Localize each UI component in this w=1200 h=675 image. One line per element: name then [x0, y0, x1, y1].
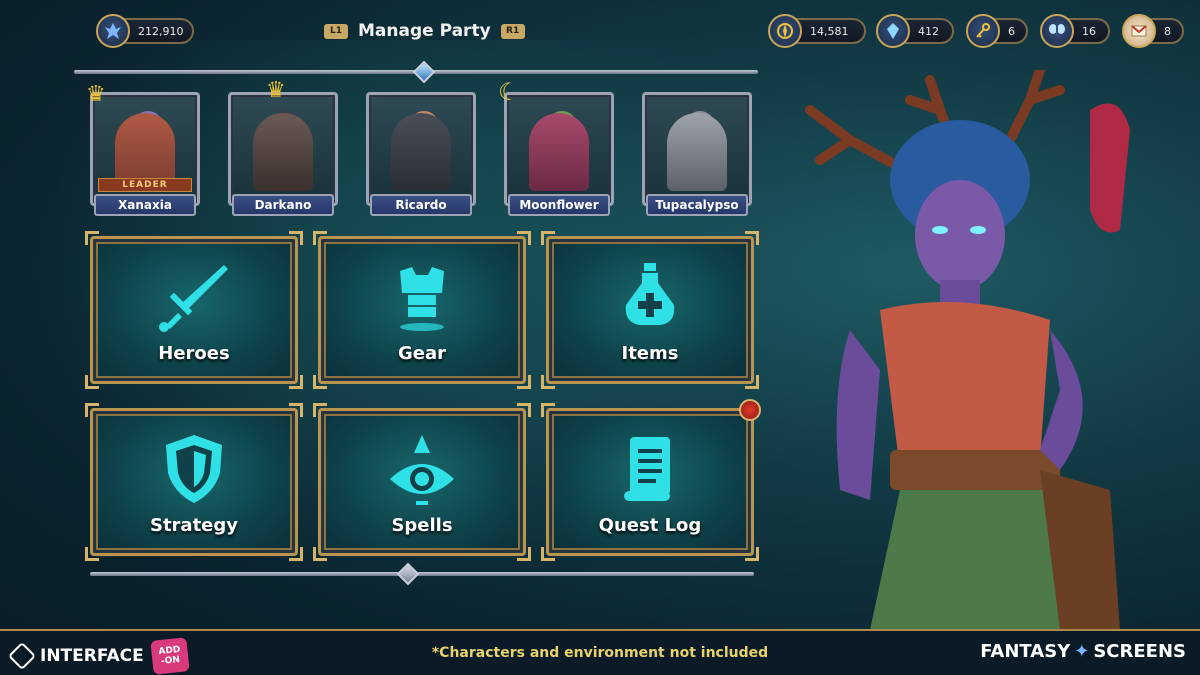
scroll-icon	[549, 433, 751, 505]
currency-mail: 8	[1122, 14, 1184, 48]
menu-tile-label: Items	[621, 343, 679, 364]
bottom-frame-rail	[90, 572, 754, 576]
shield-icon	[93, 433, 295, 505]
portrait-body	[391, 113, 451, 191]
crown-icon: ♛	[86, 82, 106, 107]
party-member-darkano[interactable]: ♛ Darkano	[228, 78, 338, 216]
menu-tile-items[interactable]: Items	[541, 231, 759, 389]
crown-icon: ♛	[266, 78, 286, 103]
currency-butterfly: 16	[1040, 14, 1110, 48]
featured-hero-render	[790, 65, 1190, 630]
party-member-xanaxia[interactable]: ♛ LEADER Xanaxia	[86, 82, 200, 216]
party-member-name: Xanaxia	[94, 194, 196, 216]
currency-crystal: 412	[876, 14, 954, 48]
fantasy-screens-brand: FANTASY ✦ SCREENS	[980, 641, 1186, 662]
butterfly-icon	[1040, 14, 1074, 48]
menu-tile-quest-log[interactable]: Quest Log	[541, 399, 761, 561]
page-title: Manage Party	[358, 21, 491, 41]
moon-icon: ☾	[498, 78, 520, 106]
portrait-frame	[642, 92, 752, 206]
eye-pyramid-icon	[321, 433, 523, 505]
page-header: L1 Manage Party R1	[324, 18, 525, 44]
mail-icon	[1122, 14, 1156, 48]
menu-tile-label: Quest Log	[598, 515, 702, 536]
party-member-name: Moonflower	[508, 194, 610, 216]
party-member-name: Tupacalypso	[646, 194, 748, 216]
armor-icon	[321, 261, 523, 333]
crystal-icon	[876, 14, 910, 48]
potion-icon	[549, 261, 751, 333]
menu-tile-gear[interactable]: Gear	[313, 231, 531, 389]
party-member-name: Darkano	[232, 194, 334, 216]
portrait-body	[667, 113, 727, 191]
notification-badge-icon	[739, 399, 761, 421]
party-member-ricardo[interactable]: Ricardo	[366, 92, 476, 216]
menu-tile-label: Heroes	[158, 343, 230, 364]
portrait-frame	[366, 92, 476, 206]
menu-tile-heroes[interactable]: Heroes	[85, 231, 303, 389]
footer-bar: INTERFACE ADD -ON *Characters and environ…	[0, 629, 1200, 675]
menu-tile-label: Gear	[397, 343, 446, 364]
brand-word-fantasy: FANTASY	[980, 641, 1071, 662]
compass-coin-icon	[768, 14, 802, 48]
menu-tile-label: Strategy	[149, 515, 239, 536]
portrait-frame	[504, 92, 614, 206]
gold-counter: 212,910	[96, 14, 194, 48]
r1-button[interactable]: R1	[500, 23, 525, 39]
currency-key: 6	[966, 14, 1028, 48]
brand-word-screens: SCREENS	[1093, 641, 1186, 662]
party-member-tupacalypso[interactable]: Tupacalypso	[642, 92, 752, 216]
party-member-name: Ricardo	[370, 194, 472, 216]
phoenix-crest-icon	[96, 14, 130, 48]
portrait-body	[253, 113, 313, 191]
fleur-icon: ✦	[1074, 641, 1090, 662]
sword-icon	[93, 261, 295, 333]
l1-button[interactable]: L1	[324, 23, 348, 39]
currency-compass: 14,581	[768, 14, 866, 48]
menu-tile-strategy[interactable]: Strategy	[85, 403, 303, 561]
party-member-moonflower[interactable]: ☾ Moonflower	[498, 78, 614, 216]
menu-tile-spells[interactable]: Spells	[313, 403, 531, 561]
menu-tile-label: Spells	[391, 515, 453, 536]
key-icon	[966, 14, 1000, 48]
portrait-frame	[228, 92, 338, 206]
portrait-body	[529, 113, 589, 191]
leader-badge: LEADER	[98, 178, 192, 192]
